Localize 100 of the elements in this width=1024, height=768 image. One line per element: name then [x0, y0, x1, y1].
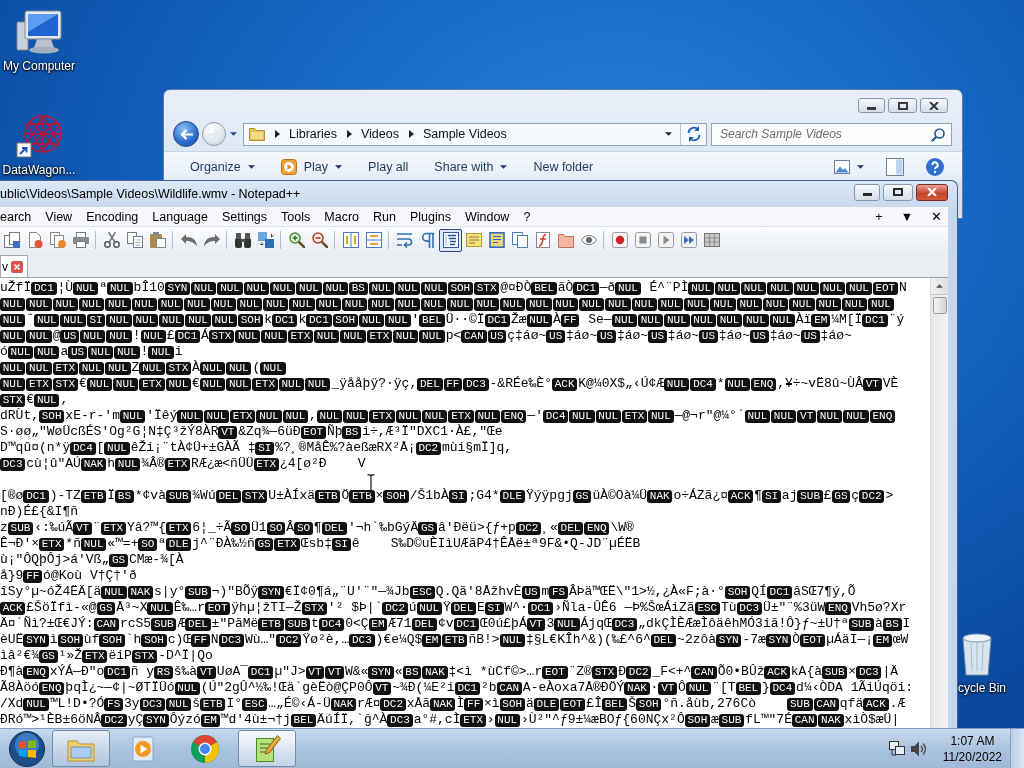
control-char-badge: NUL — [817, 410, 843, 423]
search-field[interactable]: Search Sample Videos — [711, 122, 952, 146]
start-button[interactable] — [8, 729, 46, 768]
toolbar-button[interactable] — [439, 228, 462, 252]
control-char-badge: ETX — [252, 378, 278, 391]
binary-text: · — [650, 680, 659, 695]
network-icon[interactable] — [888, 740, 905, 757]
minimize-button[interactable] — [858, 98, 885, 113]
control-char-badge: DC4 — [70, 442, 96, 455]
binary-text: yÇ — [127, 712, 144, 727]
control-char-badge: VT — [863, 378, 882, 391]
control-char-badge: SOH — [684, 714, 711, 727]
control-char-badge: SUB — [151, 618, 177, 631]
menu-item[interactable]: + — [875, 209, 883, 224]
clock-date[interactable]: 11/20/2022 — [942, 748, 1002, 765]
editor-area[interactable] — [0, 278, 930, 728]
breadcrumb[interactable]: Libraries — [289, 127, 337, 141]
scroll-up-button[interactable] — [931, 278, 948, 295]
taskbar-button[interactable] — [238, 730, 296, 767]
desktop-icon-label[interactable]: DataWagon... — [2, 163, 76, 177]
menu-item[interactable]: Run — [373, 209, 396, 224]
breadcrumb[interactable]: Videos — [360, 127, 399, 141]
starburst-icon[interactable] — [16, 114, 62, 158]
control-char-badge: NUL — [236, 298, 263, 311]
command-button[interactable]: Play all — [362, 155, 415, 179]
control-char-badge: NUL — [177, 410, 203, 423]
control-char-badge: NUL — [846, 282, 872, 295]
speaker-icon[interactable] — [910, 740, 927, 757]
control-char-badge: DC2 — [101, 714, 127, 727]
control-char-badge: DC2 — [415, 442, 441, 455]
control-char-badge: VT — [658, 682, 678, 695]
control-char-badge: GS — [418, 522, 437, 535]
back-button[interactable] — [173, 121, 199, 147]
command-button[interactable]: Share with — [428, 155, 514, 179]
control-char-badge: ENQ — [39, 682, 65, 695]
binary-text: c)Œ — [167, 632, 192, 647]
chevron-right-icon[interactable] — [275, 130, 280, 138]
menu-item[interactable]: ✕ — [931, 209, 942, 224]
computer-icon[interactable] — [15, 10, 63, 54]
command-button[interactable]: Organize — [184, 155, 261, 179]
binary-text: i — [174, 344, 183, 359]
breadcrumb[interactable]: Sample Videos — [422, 127, 507, 141]
command-button[interactable]: Play — [274, 155, 349, 179]
minimize-button[interactable] — [854, 183, 880, 201]
control-char-badge: DC2 — [382, 602, 408, 615]
chevron-right-icon[interactable] — [408, 130, 414, 138]
control-char-badge: NAK — [624, 682, 650, 695]
maximize-button[interactable] — [883, 183, 913, 201]
search-icon[interactable] — [931, 127, 945, 142]
close-button[interactable] — [916, 183, 948, 201]
close-button[interactable] — [920, 98, 948, 113]
scrollbar[interactable] — [930, 278, 948, 728]
control-char-badge: BS — [349, 282, 368, 295]
menu-item[interactable]: Encoding — [86, 209, 139, 224]
control-char-badge: STX — [131, 650, 158, 663]
binary-text: ç‡áø~ — [507, 328, 547, 343]
taskbar-button[interactable] — [52, 730, 110, 767]
control-char-badge: SOH — [57, 634, 83, 647]
menu-item[interactable]: earch — [0, 209, 32, 224]
binary-text: ¶ — [754, 488, 763, 503]
control-char-badge: ESC — [409, 586, 435, 599]
control-char-badge: NUL — [165, 698, 192, 711]
menu-item[interactable]: Tools — [281, 209, 311, 224]
menu-item[interactable]: ▼ — [900, 209, 913, 224]
caret-down-icon — [247, 165, 255, 169]
caret-down-icon[interactable] — [665, 132, 672, 136]
menu-item[interactable]: Language — [152, 209, 208, 224]
desktop-icon-label[interactable]: My Computer — [3, 59, 75, 73]
binary-text: ™d'4ù±¬†j — [220, 712, 291, 727]
scroll-thumb[interactable] — [932, 297, 947, 314]
command-button[interactable]: New folder — [527, 155, 600, 179]
menu-item[interactable]: ? — [523, 209, 531, 224]
binary-text: Ñþ — [326, 424, 343, 439]
maximize-button[interactable] — [888, 98, 917, 113]
close-icon[interactable] — [11, 260, 23, 273]
control-char-badge: NUL — [552, 298, 578, 311]
file-tab[interactable]: v — [0, 255, 28, 277]
control-char-badge: NUL — [106, 330, 132, 343]
clock-time[interactable]: 1:07 AM — [950, 732, 995, 749]
binary-text: ¿4[ø²Ð V — [279, 456, 366, 471]
control-char-badge: DC1 — [248, 666, 274, 679]
recycle-bin-icon[interactable] — [960, 630, 994, 676]
menu-item[interactable]: Plugins — [409, 209, 451, 224]
binary-text: Ð¶à — [0, 664, 24, 679]
menu-item[interactable]: Window — [464, 209, 510, 224]
control-char-badge: NUL — [211, 314, 237, 327]
menu-item[interactable]: Macro — [324, 209, 359, 224]
binary-text: µÁäI—¡ — [826, 632, 874, 647]
history-button[interactable] — [230, 132, 237, 136]
binary-text: /Xd — [0, 696, 24, 711]
control-char-badge: DC2 — [626, 666, 652, 679]
chevron-right-icon[interactable] — [346, 130, 352, 138]
control-char-badge: NUL — [261, 330, 287, 343]
control-char-badge: BEL — [419, 314, 445, 327]
menu-item[interactable]: View — [45, 209, 73, 224]
address-field[interactable]: Libraries Videos Sample Videos — [243, 122, 707, 146]
control-char-badge: DLE — [499, 490, 525, 503]
menu-item[interactable]: Settings — [221, 209, 268, 224]
desktop-icon-label[interactable]: cycle Bin — [958, 681, 1007, 695]
control-char-badge: NUL — [473, 298, 499, 311]
